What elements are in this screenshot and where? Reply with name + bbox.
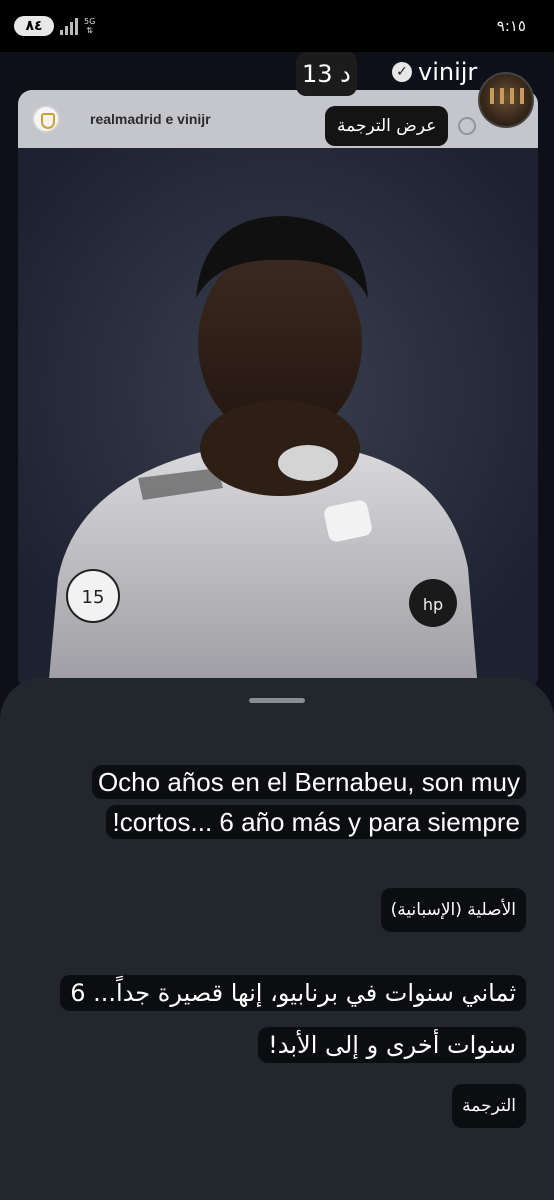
story-username[interactable]: vinijr (418, 58, 477, 86)
original-language-label: الأصلية (الإسبانية) (380, 888, 526, 932)
see-translation-button[interactable]: عرض الترجمة (325, 106, 449, 146)
player-photo-illustration: 15 hp (18, 148, 538, 690)
post-authors[interactable]: realmadrid e vinijr (90, 111, 211, 127)
search-icon (458, 117, 476, 135)
translation-label: الترجمة (452, 1084, 526, 1128)
clock: ٩:١٥ (496, 17, 526, 35)
post-photo: 15 hp (18, 148, 538, 690)
battery-icon: ٨٤ (14, 16, 54, 36)
realmadrid-logo-icon (32, 105, 60, 133)
story-avatar[interactable] (478, 72, 534, 128)
story-timestamp: 13 د (296, 52, 357, 96)
translated-text: ثماني سنوات في برنابيو، إنها قصيرة جداً.… (26, 967, 526, 1071)
svg-text:hp: hp (423, 595, 443, 614)
network-indicator: 5G ⇅ (84, 17, 96, 35)
story-username-row[interactable]: ✓ vinijr (392, 58, 477, 86)
original-text: Ocho años en el Bernabeu, son muy cortos… (26, 762, 526, 842)
sheet-drag-handle[interactable] (249, 698, 305, 703)
battery-level: ٨٤ (25, 18, 43, 34)
status-bar: ٨٤ 5G ⇅ ٩:١٥ (0, 0, 554, 52)
status-left: ٨٤ 5G ⇅ (14, 16, 95, 36)
svg-text:15: 15 (82, 587, 105, 608)
verified-badge-icon: ✓ (392, 62, 412, 82)
shared-post-card[interactable]: 15 hp realmadrid e vinijr (18, 90, 538, 690)
signal-icon (60, 17, 78, 35)
